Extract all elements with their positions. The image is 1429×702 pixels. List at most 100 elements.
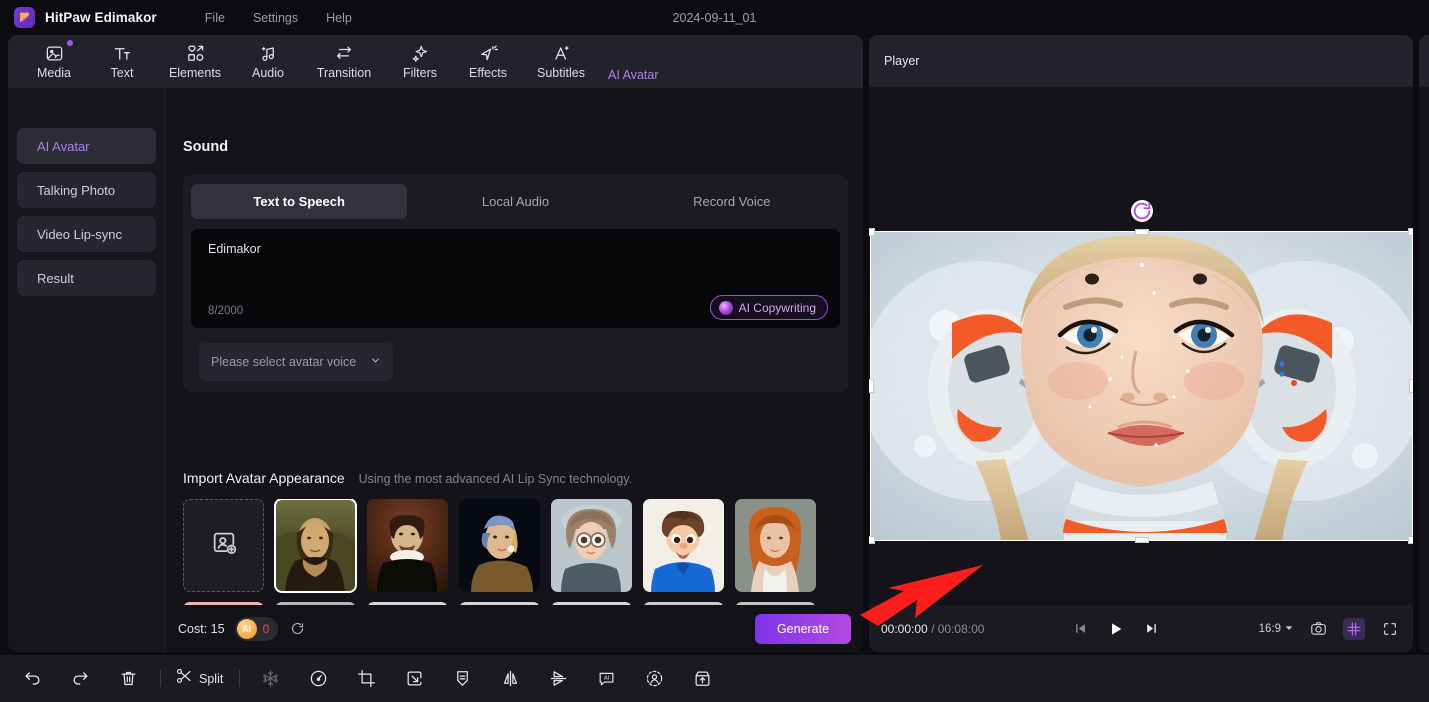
next-frame-icon[interactable] — [1145, 622, 1158, 635]
player-panel: Player — [869, 35, 1413, 652]
tab-ai-avatar-label: AI Avatar — [608, 68, 659, 82]
hitpaw-logo-icon — [14, 7, 35, 28]
tab-text-to-speech[interactable]: Text to Speech — [191, 184, 407, 219]
tab-transition-label: Transition — [317, 66, 371, 80]
tab-record-voice[interactable]: Record Voice — [624, 184, 840, 219]
tab-label: Record Voice — [693, 194, 770, 209]
ai-copywriting-button[interactable]: AI Copywriting — [710, 295, 828, 320]
arrow-down-right-box-icon[interactable] — [398, 663, 430, 695]
mirror-flip-icon[interactable] — [494, 663, 526, 695]
split-button[interactable]: Split — [175, 667, 223, 690]
ai-copywriting-label: AI Copywriting — [739, 301, 816, 315]
tab-subtitles-label: Subtitles — [537, 66, 585, 80]
feature-tabbar: Media Text — [8, 35, 863, 88]
person-target-icon[interactable] — [638, 663, 670, 695]
crop-icon[interactable] — [350, 663, 382, 695]
cost-group: Cost: 15 AI 0 — [178, 617, 305, 641]
cost-label: Cost: 15 — [178, 622, 225, 636]
subtitle-a-icon — [552, 43, 571, 64]
avatar-redhead-woman[interactable] — [735, 499, 816, 592]
player-stage — [869, 87, 1413, 605]
tab-media[interactable]: Media — [20, 35, 88, 88]
tab-filters[interactable]: Filters — [386, 35, 454, 88]
menu-help[interactable]: Help — [312, 8, 366, 28]
app-root: HitPaw Edimakor File Settings Help 2024-… — [0, 0, 1429, 702]
tab-elements[interactable]: Elements — [156, 35, 234, 88]
camera-icon[interactable] — [1307, 618, 1329, 640]
media-badge-dot — [67, 40, 73, 46]
fullscreen-icon[interactable] — [1379, 618, 1401, 640]
tab-subtitles[interactable]: Subtitles — [522, 35, 600, 88]
ai-bubble-icon[interactable]: AI — [590, 663, 622, 695]
grid-overlay-icon[interactable] — [1343, 618, 1365, 640]
sidebar-item-label: Video Lip-sync — [37, 227, 122, 242]
tab-effects[interactable]: Effects — [454, 35, 522, 88]
char-counter: 8/2000 — [208, 305, 243, 317]
generate-label: Generate — [777, 622, 829, 636]
menu-file[interactable]: File — [191, 8, 239, 28]
sidebar-item-label: AI Avatar — [37, 139, 90, 154]
tab-local-audio[interactable]: Local Audio — [407, 184, 623, 219]
menu-settings[interactable]: Settings — [239, 8, 312, 28]
split-label: Split — [199, 672, 223, 686]
tab-text[interactable]: Text — [88, 35, 156, 88]
left-editor-panel: Media Text — [8, 35, 863, 652]
previous-frame-icon[interactable] — [1074, 622, 1087, 635]
sidebar-item-video-lip-sync[interactable]: Video Lip-sync — [17, 216, 156, 252]
text-type-icon — [113, 43, 132, 64]
toolbar-divider-2 — [239, 670, 240, 687]
undo-icon[interactable] — [16, 663, 48, 695]
aspect-ratio-label: 16:9 — [1259, 623, 1281, 635]
avatar-shakespeare[interactable] — [367, 499, 448, 592]
tab-text-label: Text — [111, 66, 134, 80]
avatar-girl-pearl-earring[interactable] — [459, 499, 540, 592]
speedometer-icon[interactable] — [302, 663, 334, 695]
trash-icon[interactable] — [112, 663, 144, 695]
add-person-icon — [210, 529, 238, 562]
sound-card: Text to Speech Local Audio Record Voice … — [183, 175, 848, 392]
tab-ai-avatar[interactable]: AI Avatar — [600, 35, 667, 88]
sidebar-item-ai-avatar[interactable]: AI Avatar — [17, 128, 156, 164]
svg-text:AI: AI — [604, 676, 610, 682]
avatar-voice-select[interactable]: Please select avatar voice — [199, 343, 393, 381]
tab-label: Text to Speech — [253, 194, 345, 209]
redo-icon[interactable] — [64, 663, 96, 695]
title-bar: HitPaw Edimakor File Settings Help 2024-… — [0, 0, 1429, 35]
snowflake-icon[interactable] — [254, 663, 286, 695]
upload-box-icon[interactable] — [686, 663, 718, 695]
preview-canvas[interactable] — [870, 231, 1413, 541]
shield-mask-icon[interactable] — [446, 663, 478, 695]
upload-avatar-tile[interactable] — [183, 499, 264, 592]
avatar-voice-value: Please select avatar voice — [211, 355, 356, 369]
image-icon — [45, 43, 64, 64]
transition-arrow-icon — [334, 43, 354, 64]
sidebar-item-result[interactable]: Result — [17, 260, 156, 296]
tts-textarea[interactable]: Edimakor 8/2000 AI Copywriting — [191, 229, 840, 328]
right-properties-panel-stub[interactable] — [1419, 35, 1429, 652]
refresh-icon[interactable] — [290, 621, 305, 636]
menu-bar: File Settings Help — [191, 8, 366, 28]
scissors-icon — [175, 667, 193, 690]
generate-button[interactable]: Generate — [755, 614, 851, 644]
tab-elements-label: Elements — [169, 66, 221, 80]
flip-vertical-icon[interactable] — [542, 663, 574, 695]
shapes-icon — [186, 43, 205, 64]
play-icon[interactable] — [1108, 621, 1124, 637]
transport-controls — [1074, 621, 1158, 637]
aspect-ratio-select[interactable]: 16:9 — [1259, 623, 1293, 635]
avatar-cartoon-boy-hoodie[interactable] — [643, 499, 724, 592]
app-title: HitPaw Edimakor — [45, 10, 157, 25]
tab-filters-label: Filters — [403, 66, 437, 80]
rotate-handle-icon[interactable] — [1131, 200, 1153, 222]
ai-avatar-footer: Cost: 15 AI 0 Generate — [166, 605, 863, 652]
sidebar-item-talking-photo[interactable]: Talking Photo — [17, 172, 156, 208]
tab-audio-label: Audio — [252, 66, 284, 80]
tab-transition[interactable]: Transition — [302, 35, 386, 88]
avatar-mona-lisa[interactable] — [275, 499, 356, 592]
music-note-icon — [259, 43, 278, 64]
player-right-controls: 16:9 — [1259, 618, 1401, 640]
tab-effects-label: Effects — [469, 66, 507, 80]
tab-audio[interactable]: Audio — [234, 35, 302, 88]
avatar-cartoon-girl-glasses[interactable] — [551, 499, 632, 592]
timeline-toolbar: Split — [0, 655, 1429, 702]
